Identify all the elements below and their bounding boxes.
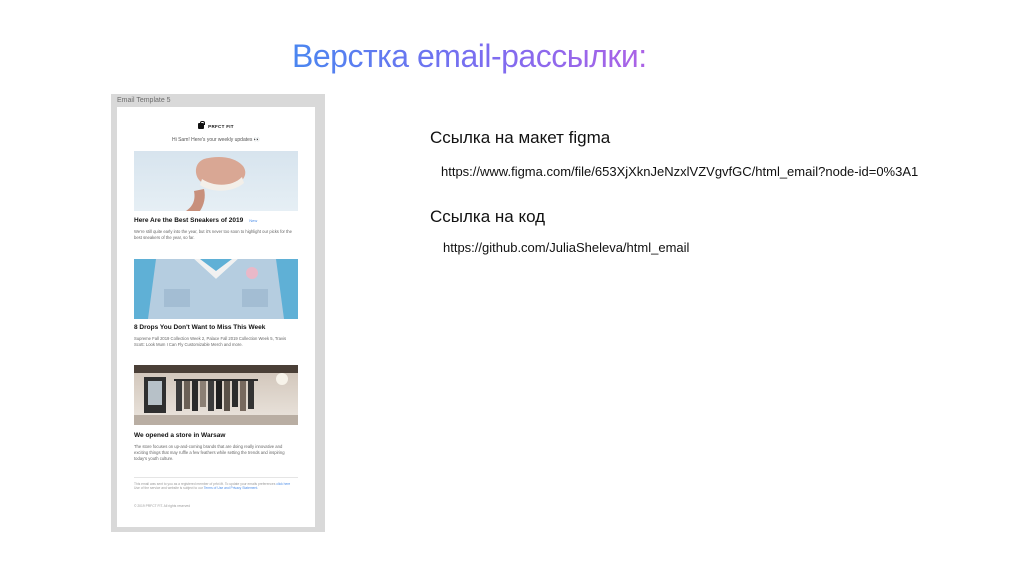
github-url[interactable]: https://github.com/JuliaSheleva/html_ema… <box>443 240 689 255</box>
sneaker-illustration <box>186 157 246 211</box>
preferences-link[interactable]: click here <box>276 482 290 486</box>
brand-name: PRFCT FIT <box>208 123 234 129</box>
figma-url[interactable]: https://www.figma.com/file/653XjXknJeNzx… <box>441 164 918 179</box>
frame-label: Email Template 5 <box>117 97 171 104</box>
email-body: PRFCT FIT Hi Sam! Here's your weekly upd… <box>117 107 315 527</box>
card-text: Supreme Fall 2019 Collection Week 2, Pal… <box>134 336 287 347</box>
card-title: Here Are the Best Sneakers of 2019 New <box>134 217 258 224</box>
sneaker-image <box>134 151 298 211</box>
store-interior-image <box>134 365 298 425</box>
footer-copyright: © 2019 PRFCT FIT. All rights reserved <box>134 504 191 508</box>
footer-divider <box>134 477 298 478</box>
denim-jacket-illustration <box>148 259 284 319</box>
card-title: We opened a store in Warsaw <box>134 432 226 439</box>
figma-link-label: Ссылка на макет figma <box>430 128 611 147</box>
store-interior-illustration <box>134 365 298 425</box>
email-footer: This email was sent to you as a register… <box>134 482 291 491</box>
email-template-preview: Email Template 5 PRFCT FIT Hi Sam! Here'… <box>111 94 325 532</box>
denim-jacket-image <box>134 259 298 319</box>
slide-title: Верстка email-рассылки: <box>292 38 732 75</box>
card-title: 8 Drops You Don't Want to Miss This Week <box>134 324 266 331</box>
new-badge: New <box>249 218 258 223</box>
email-greeting: Hi Sam! Here's your weekly updates 👀 <box>171 137 261 143</box>
shopping-bag-icon <box>198 121 205 129</box>
card-text: We're still quite early into the year, b… <box>134 229 292 240</box>
code-link-label: Ссылка на код <box>430 207 546 226</box>
terms-link[interactable]: Terms of Use and Privacy Statement. <box>204 486 258 490</box>
email-logo: PRFCT FIT <box>117 121 315 131</box>
card-text: The store focuses on up-and-coming brand… <box>134 444 285 461</box>
